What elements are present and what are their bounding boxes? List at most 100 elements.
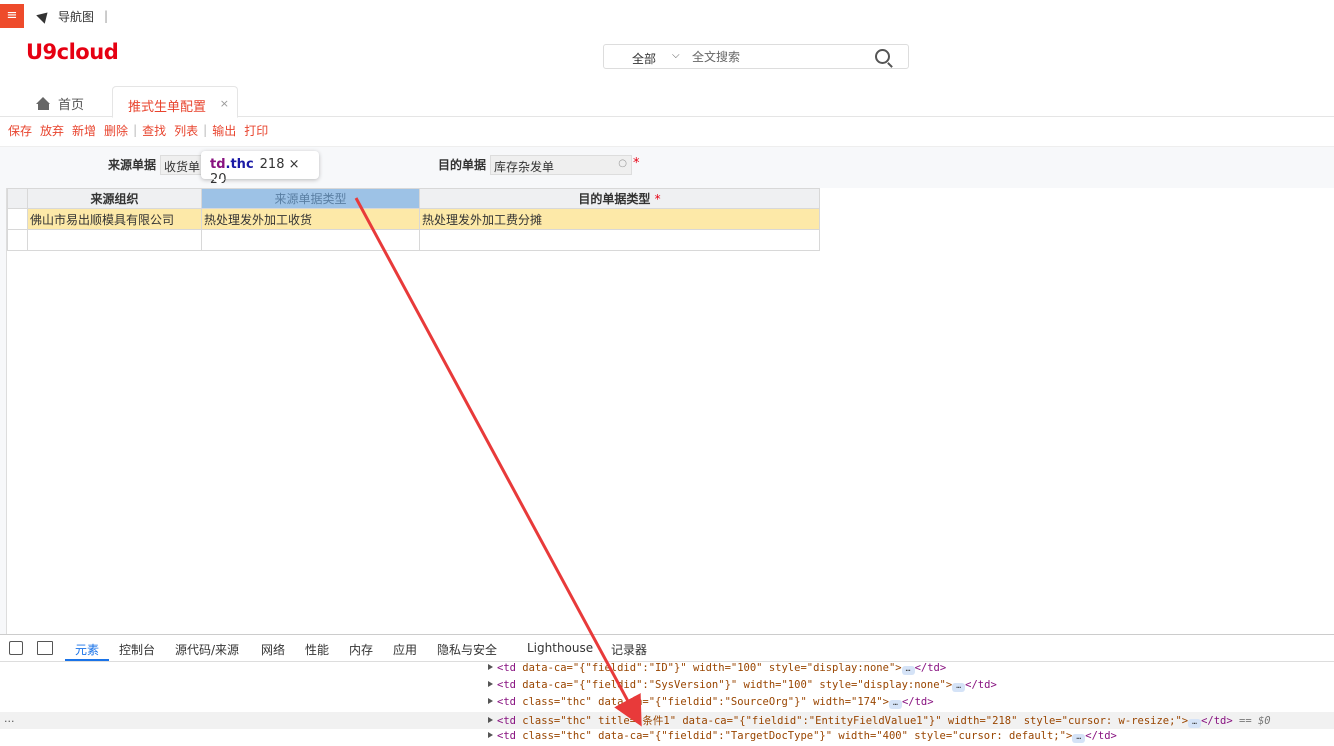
navigation-arrow-icon (36, 8, 52, 24)
tab-lighthouse[interactable]: Lighthouse (527, 641, 593, 655)
dom-tag: <td (497, 696, 516, 708)
node-dots[interactable]: ... (4, 712, 15, 725)
dom-tag: <td (497, 662, 516, 674)
required-mark: * (633, 156, 640, 171)
tab-sources[interactable]: 源代码/来源 (175, 641, 239, 658)
dom-attrs: data-ca="{"fieldid":"ID"}" width="100" s… (515, 662, 902, 674)
column-header-source-doc-type[interactable]: 来源单据类型 (201, 188, 420, 209)
cell-source-doc-type[interactable] (201, 229, 420, 251)
tab-console[interactable]: 控制台 (119, 641, 155, 658)
expand-triangle-icon[interactable] (488, 732, 493, 738)
add-button[interactable]: 新增 (72, 122, 96, 139)
grid-header-row: 来源组织 来源单据类型 目的单据类型 * (7, 188, 820, 209)
dom-close-tag: </td> (1085, 730, 1117, 742)
top-bar: ≡ 导航图 | (0, 0, 1334, 30)
dom-tag: <td (497, 715, 516, 727)
inspect-element-icon[interactable] (9, 641, 23, 655)
cell-target-doc-type[interactable]: 热处理发外加工费分摊 (419, 208, 820, 230)
navmap-separator: | (104, 9, 109, 23)
navmap-link[interactable]: 导航图 | (36, 8, 109, 24)
row-number-cell[interactable] (7, 208, 28, 230)
dom-node[interactable]: <td class="thc" data-ca="{"fieldid":"Sou… (488, 696, 934, 713)
dom-close-tag: </td> (914, 662, 947, 674)
devtools-tab-bar: 元素 控制台 源代码/来源 网络 性能 内存 应用 隐私与安全 Lighthou… (0, 635, 1334, 662)
dom-tag: <td (497, 679, 516, 691)
tab-home[interactable]: 首页 (36, 94, 84, 113)
list-button[interactable]: 列表 (174, 122, 198, 139)
tab-home-label: 首页 (58, 98, 85, 113)
delete-button[interactable]: 删除 (104, 122, 128, 139)
dom-node[interactable]: <td data-ca="{"fieldid":"SysVersion"}" w… (488, 679, 997, 696)
export-button[interactable]: 输出 (212, 122, 236, 139)
tab-memory[interactable]: 内存 (349, 641, 373, 658)
chevron-down-icon[interactable]: ⌵ (672, 50, 680, 61)
tab-recorder[interactable]: 记录器 (611, 641, 647, 658)
expand-triangle-icon[interactable] (488, 664, 493, 670)
tab-active-label: 推式生单配置 (128, 100, 207, 115)
print-button[interactable]: 打印 (244, 122, 268, 139)
dom-close-tag: </td> (901, 696, 934, 708)
action-toolbar: 保存 放弃 新增 删除 | 查找 列表 | 输出 打印 (8, 122, 276, 138)
search-icon[interactable] (875, 49, 890, 64)
hamburger-icon[interactable]: ≡ (0, 4, 24, 28)
discard-button[interactable]: 放弃 (40, 122, 64, 139)
cell-target-doc-type[interactable] (419, 229, 820, 251)
global-search: 全部 ⌵ (603, 44, 909, 69)
toolbar-divider: | (203, 123, 208, 137)
search-input[interactable] (692, 48, 862, 66)
dom-tag: <td (497, 730, 516, 742)
lookup-icon[interactable]: ○ (618, 158, 627, 169)
tab-privacy-security[interactable]: 隐私与安全 (437, 641, 497, 658)
tab-elements[interactable]: 元素 (75, 641, 99, 658)
column-header-source-org[interactable]: 来源组织 (27, 188, 202, 209)
ellipsis-icon[interactable]: … (888, 699, 902, 709)
ellipsis-icon[interactable]: … (901, 665, 915, 675)
search-scope-select[interactable]: 全部 (632, 50, 656, 67)
tab-performance[interactable]: 性能 (305, 641, 329, 658)
home-icon (36, 97, 51, 110)
row-number-header (7, 188, 28, 209)
row-number-cell[interactable] (7, 229, 28, 251)
table-row[interactable] (7, 229, 820, 251)
dom-close-tag: </td> (965, 679, 997, 691)
dom-selection-marker: == $0 (1232, 715, 1271, 727)
dom-node[interactable]: <td class="thc" data-ca="{"fieldid":"Tar… (488, 730, 1117, 746)
device-toolbar-icon[interactable] (37, 641, 53, 655)
navmap-label: 导航图 (58, 9, 95, 24)
dom-attrs: class="thc" data-ca="{"fieldid":"TargetD… (515, 730, 1073, 742)
ellipsis-icon[interactable]: … (1188, 718, 1202, 728)
source-doc-label: 来源单据 (108, 158, 157, 172)
app-root: ≡ 导航图 | U9cloud 全部 ⌵ 首页 推式生单配置 × 保存 放弃 新… (0, 0, 1334, 746)
cell-source-org[interactable] (27, 229, 202, 251)
tab-application[interactable]: 应用 (393, 641, 417, 658)
cell-source-doc-type[interactable]: 热处理发外加工收货 (201, 208, 420, 230)
expand-triangle-icon[interactable] (488, 717, 493, 723)
expand-triangle-icon[interactable] (488, 698, 493, 704)
tooltip-class: .thc (225, 157, 254, 172)
save-button[interactable]: 保存 (8, 122, 32, 139)
tab-network[interactable]: 网络 (261, 641, 285, 658)
dom-close-tag: </td> (1201, 715, 1233, 727)
dom-node-selected[interactable]: <td class="thc" title="条件1" data-ca="{"f… (488, 713, 1271, 730)
page-tabs: 首页 推式生单配置 × (0, 86, 1334, 118)
dom-node[interactable]: <td data-ca="{"fieldid":"ID"}" width="10… (488, 662, 946, 679)
ellipsis-icon[interactable]: … (1072, 733, 1086, 743)
target-doc-label: 目的单据 (438, 158, 487, 172)
dom-attrs: class="thc" title="条件1" data-ca="{"field… (515, 715, 1189, 727)
table-row[interactable]: 佛山市易出顺模具有限公司 热处理发外加工收货 热处理发外加工费分摊 (7, 208, 820, 230)
config-grid: 来源组织 来源单据类型 目的单据类型 * 佛山市易出顺模具有限公司 热处理发外加… (6, 188, 1334, 635)
find-button[interactable]: 查找 (142, 122, 166, 139)
expand-triangle-icon[interactable] (488, 681, 493, 687)
ellipsis-icon[interactable]: … (952, 682, 966, 692)
u9cloud-logo: U9cloud (26, 40, 119, 64)
close-icon[interactable]: × (220, 97, 229, 110)
column-header-label: 目的单据类型 (578, 192, 651, 206)
column-header-target-doc-type[interactable]: 目的单据类型 * (419, 188, 820, 209)
inspector-tooltip: td.thc 218 × 20 (201, 151, 319, 187)
tooltip-tag: td (210, 157, 226, 172)
cell-source-org[interactable]: 佛山市易出顺模具有限公司 (27, 208, 202, 230)
required-mark: * (654, 192, 661, 206)
dom-attrs: class="thc" data-ca="{"fieldid":"SourceO… (515, 696, 889, 708)
tab-push-order-config[interactable]: 推式生单配置 × (112, 86, 238, 118)
target-doc-field[interactable]: 库存杂发单 ○ (490, 155, 632, 175)
